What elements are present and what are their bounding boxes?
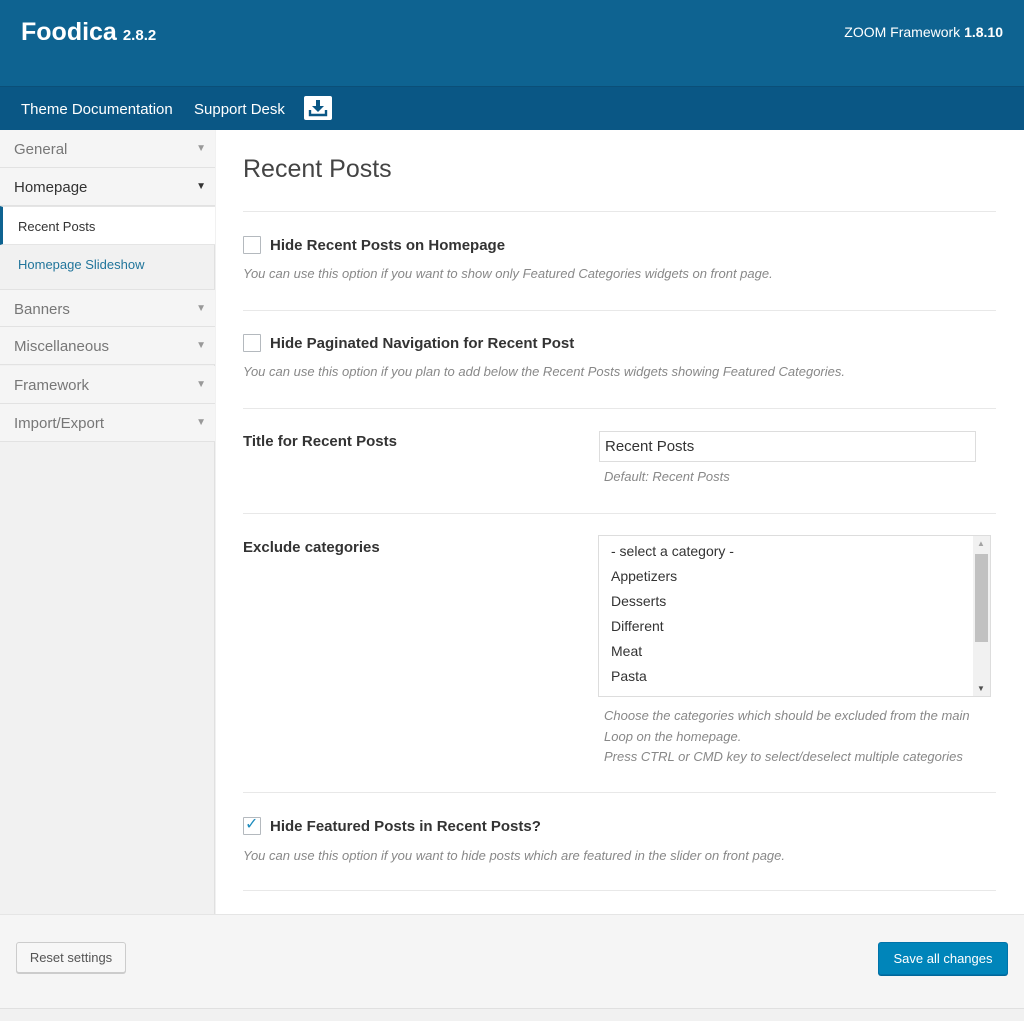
sidebar-item-label: Homepage	[14, 179, 88, 196]
category-option[interactable]: Pasta	[611, 668, 647, 684]
divider	[243, 310, 996, 311]
hide-paginated-nav-label[interactable]: Hide Paginated Navigation for Recent Pos…	[270, 335, 574, 352]
recent-posts-title-input[interactable]	[599, 431, 976, 462]
divider	[243, 792, 996, 793]
title-field-label: Title for Recent Posts	[243, 433, 397, 450]
divider	[243, 513, 996, 514]
sidebar-subitem-label: Recent Posts	[18, 219, 96, 234]
hide-recent-posts-label[interactable]: Hide Recent Posts on Homepage	[270, 237, 505, 254]
category-option[interactable]: Appetizers	[611, 568, 677, 584]
sidebar-item-import-export[interactable]: Import/Export ▼	[0, 404, 215, 442]
reset-settings-button[interactable]: Reset settings	[16, 942, 126, 973]
category-option[interactable]: Desserts	[611, 593, 666, 609]
save-all-changes-button[interactable]: Save all changes	[878, 942, 1008, 975]
scroll-up-arrow-icon[interactable]: ▲	[977, 539, 985, 548]
sidebar-item-label: Import/Export	[14, 415, 105, 432]
caret-down-icon: ▼	[196, 340, 206, 351]
scrollbar-thumb[interactable]	[975, 554, 988, 642]
divider	[243, 211, 996, 212]
page-title: Recent Posts	[243, 155, 392, 183]
support-desk-link[interactable]: Support Desk	[194, 101, 285, 118]
theme-brand: Foodica 2.8.2	[21, 18, 156, 47]
exclude-categories-label: Exclude categories	[243, 539, 380, 556]
caret-down-icon: ▼	[196, 181, 206, 192]
hide-featured-posts-label[interactable]: Hide Featured Posts in Recent Posts?	[270, 818, 541, 835]
sidebar-item-label: Banners	[14, 301, 70, 318]
divider	[243, 408, 996, 409]
exclude-categories-select[interactable]: - select a category - Appetizers Dessert…	[598, 535, 991, 697]
title-field-hint: Default: Recent Posts	[604, 469, 730, 484]
sidebar-item-label: Miscellaneous	[14, 338, 110, 355]
hide-paginated-nav-checkbox[interactable]	[243, 334, 261, 352]
caret-down-icon: ▼	[196, 417, 206, 428]
category-option[interactable]: - select a category -	[611, 543, 734, 559]
caret-down-icon: ▼	[196, 303, 206, 314]
hide-recent-posts-description: You can use this option if you want to s…	[243, 266, 773, 281]
sidebar-subitem-label: Homepage Slideshow	[18, 257, 145, 272]
download-button[interactable]	[304, 96, 332, 120]
settings-sidebar: General ▼ Homepage ▼ Recent Posts Homepa…	[0, 130, 215, 914]
theme-documentation-link[interactable]: Theme Documentation	[21, 101, 173, 118]
sidebar-subitem-homepage-slideshow[interactable]: Homepage Slideshow	[0, 245, 215, 284]
download-icon	[308, 100, 328, 117]
hide-featured-posts-checkbox[interactable]: ✓	[243, 816, 261, 835]
settings-panel: Recent Posts Hide Recent Posts on Homepa…	[216, 130, 1024, 914]
hide-featured-posts-description: You can use this option if you want to h…	[243, 848, 786, 863]
sidebar-item-homepage[interactable]: Homepage ▼	[0, 168, 215, 206]
exclude-hint-line-1: Choose the categories which should be ex…	[604, 708, 970, 723]
scroll-down-arrow-icon[interactable]: ▼	[977, 684, 985, 693]
sidebar-item-banners[interactable]: Banners ▼	[0, 289, 215, 327]
sidebar-item-framework[interactable]: Framework ▼	[0, 366, 215, 404]
framework-info: ZOOM Framework 1.8.10	[844, 24, 1003, 40]
listbox-scrollbar[interactable]: ▲ ▼	[973, 536, 990, 696]
hide-paginated-nav-description: You can use this option if you plan to a…	[243, 364, 845, 379]
category-option[interactable]: Meat	[611, 643, 642, 659]
top-header: Foodica 2.8.2 ZOOM Framework 1.8.10	[0, 0, 1024, 86]
hide-recent-posts-checkbox[interactable]	[243, 236, 261, 254]
sidebar-item-general[interactable]: General ▼	[0, 130, 215, 168]
exclude-hint-line-3: Press CTRL or CMD key to select/deselect…	[604, 749, 963, 764]
caret-down-icon: ▼	[196, 379, 206, 390]
category-option[interactable]: Different	[611, 618, 664, 634]
sidebar-item-label: Framework	[14, 377, 90, 394]
framework-label: ZOOM Framework	[844, 24, 961, 40]
theme-version: 2.8.2	[122, 27, 157, 44]
sidebar-subitem-recent-posts[interactable]: Recent Posts	[0, 206, 215, 245]
sidebar-item-miscellaneous[interactable]: Miscellaneous ▼	[0, 327, 215, 365]
sidebar-item-label: General	[14, 141, 68, 158]
framework-version: 1.8.10	[964, 24, 1003, 40]
caret-down-icon: ▼	[196, 143, 206, 154]
footer-actions: Reset settings Save all changes	[0, 914, 1024, 1009]
theme-name: Foodica	[21, 18, 117, 46]
checkmark-icon: ✓	[245, 816, 259, 833]
nav-bar: Theme Documentation Support Desk	[0, 86, 1024, 130]
divider	[0, 1008, 1024, 1009]
divider	[243, 890, 996, 891]
exclude-hint-line-2: Loop on the homepage.	[604, 729, 742, 744]
